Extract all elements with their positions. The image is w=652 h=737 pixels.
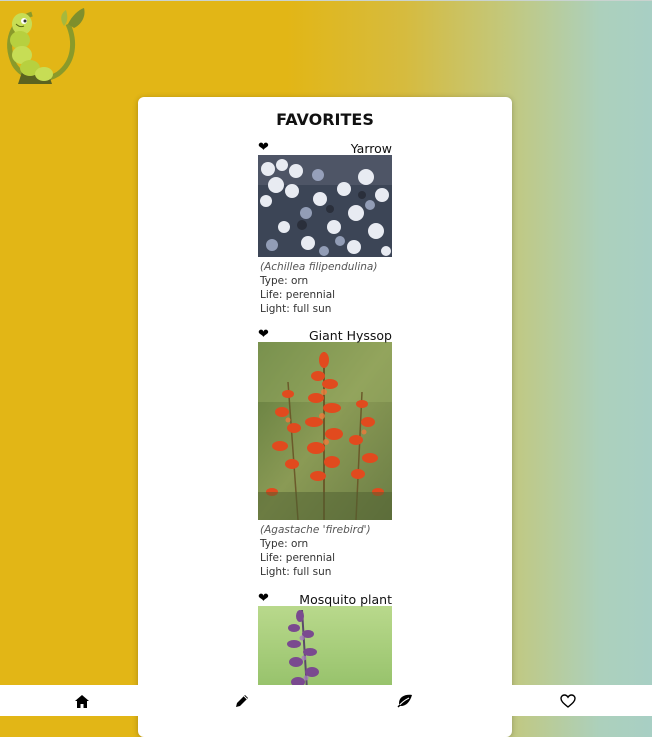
plant-header: ❤ Yarrow xyxy=(258,139,392,156)
heart-icon[interactable]: ❤ xyxy=(258,590,269,606)
heart-icon[interactable]: ❤ xyxy=(258,326,269,342)
plant-life: Life: perennial xyxy=(260,552,336,564)
plant-type: Type: orn xyxy=(260,538,309,550)
pencil-icon[interactable] xyxy=(232,693,252,709)
plant-card: ❤ Giant Hyssop (Agastache 'firebird') Ty… xyxy=(258,326,392,579)
plant-light: Light: full sun xyxy=(260,566,332,578)
plant-type: Type: orn xyxy=(260,275,309,287)
plant-header: ❤ Giant Hyssop xyxy=(258,326,392,343)
plant-name[interactable]: Giant Hyssop xyxy=(309,328,392,343)
plant-name[interactable]: Mosquito plant xyxy=(299,592,392,607)
bottom-nav xyxy=(0,685,652,716)
plant-name[interactable]: Yarrow xyxy=(351,141,392,156)
leaf-icon[interactable] xyxy=(395,693,415,709)
scientific-name: (Achillea filipendulina) xyxy=(260,261,378,273)
plant-image[interactable] xyxy=(258,155,392,257)
heart-outline-icon[interactable] xyxy=(558,693,578,709)
scientific-name: (Agastache 'firebird') xyxy=(260,524,371,536)
plant-card: ❤ Yarrow (Achillea filipendulina) Type: … xyxy=(258,139,392,316)
plant-light: Light: full sun xyxy=(260,303,332,315)
plant-life: Life: perennial xyxy=(260,289,336,301)
page-title: FAVORITES xyxy=(276,110,374,129)
heart-icon[interactable]: ❤ xyxy=(258,139,269,155)
top-divider xyxy=(0,0,652,1)
favorites-card: FAVORITES ❤ Yarrow (Achillea filipenduli… xyxy=(138,97,512,737)
home-icon[interactable] xyxy=(72,693,92,709)
plant-header: ❤ Mosquito plant xyxy=(258,590,392,607)
caterpillar-logo xyxy=(7,8,85,84)
plant-image[interactable] xyxy=(258,342,392,520)
